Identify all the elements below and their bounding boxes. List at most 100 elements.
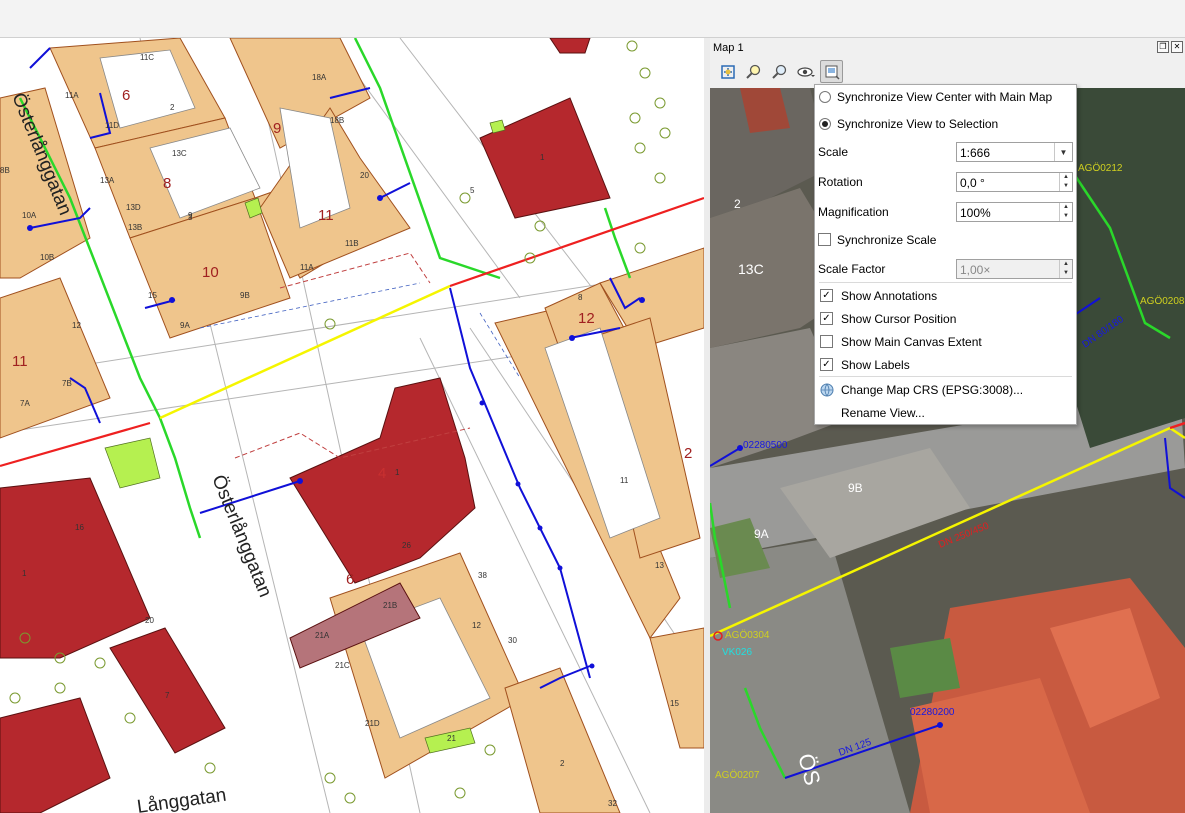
view-settings-icon [825, 65, 840, 80]
overview-label: VK026 [722, 647, 752, 658]
magnification-spinbox[interactable]: 100% ▲ ▼ [956, 202, 1073, 222]
map-view-toolbar [716, 60, 843, 83]
parcel-label: 18B [330, 116, 344, 125]
parcel-label: 21 [447, 734, 456, 743]
show-annotations-label: Show Annotations [841, 289, 938, 303]
parcel-label: 5 [470, 186, 475, 195]
sync-selection-radio[interactable] [819, 118, 831, 130]
parcel-label: 13A [100, 176, 115, 185]
show-cursor-option[interactable]: ✓ Show Cursor Position [815, 309, 1076, 329]
rename-view-option[interactable]: Rename View... [815, 403, 1076, 423]
show-extent-label: Show Main Canvas Extent [841, 335, 982, 349]
rotation-spinbox[interactable]: 0,0 ° ▲ ▼ [956, 172, 1073, 192]
parcel-label: 20 [360, 171, 369, 180]
sync-scale-option[interactable]: Synchronize Scale [815, 230, 1076, 250]
chevron-down-icon[interactable]: ▼ [1054, 143, 1072, 161]
view-settings-button[interactable] [820, 60, 843, 83]
show-labels-option[interactable]: ✓ Show Labels [815, 355, 1076, 375]
show-labels-label: Show Labels [841, 358, 910, 372]
zoom-to-selection-icon [745, 64, 760, 79]
parcel-label: 11D [105, 121, 119, 130]
zoom-full-button[interactable] [716, 60, 739, 83]
parcel-label: 10A [22, 211, 37, 220]
spin-arrows-icon[interactable]: ▲ ▼ [1059, 173, 1072, 191]
parcel-label: 21A [315, 631, 330, 640]
parcel-label: 16 [75, 523, 84, 532]
parcel-label: 21B [383, 601, 397, 610]
overview-label: AGÖ0208 [1140, 295, 1185, 307]
sync-center-radio[interactable] [819, 91, 831, 103]
overview-label: AGÖ0207 [715, 769, 760, 781]
block-label: 12 [578, 310, 595, 327]
parcel-label: 7A [20, 399, 30, 408]
show-cursor-checkbox[interactable]: ✓ [820, 312, 833, 325]
spin-arrows-icon[interactable]: ▲ ▼ [1059, 203, 1072, 221]
parcel-label: 13 [655, 561, 664, 570]
parcel-label: 2 [560, 759, 565, 768]
panel-title: Map 1 [713, 42, 744, 54]
show-annotations-checkbox[interactable]: ✓ [820, 289, 833, 302]
rotation-row: Rotation 0,0 ° ▲ ▼ [815, 172, 1076, 192]
spin-arrows-icon[interactable]: ▲ ▼ [1059, 260, 1072, 278]
parcel-label: 11B [345, 239, 359, 248]
scale-combobox[interactable]: 1:666 ▼ [956, 142, 1073, 162]
parcel-label: 15 [670, 699, 679, 708]
scale-label: Scale [818, 145, 849, 159]
parcel-label: 7 [165, 691, 170, 700]
parcel-label: 15 [148, 291, 157, 300]
sync-selection-label: Synchronize View to Selection [837, 117, 999, 131]
change-crs-option[interactable]: Change Map CRS (EPSG:3008)... [815, 380, 1076, 400]
parcel-label: 8 [578, 293, 583, 302]
parcel-label: 12 [472, 621, 481, 630]
overview-label: AGÖ0304 [725, 629, 770, 641]
rename-view-label: Rename View... [841, 406, 925, 420]
show-annotations-option[interactable]: ✓ Show Annotations [815, 286, 1076, 306]
view-theme-icon [796, 66, 815, 77]
parcel-label: 18A [312, 73, 327, 82]
parcel-label: 21D [365, 719, 380, 728]
zoom-to-layer-button[interactable] [768, 60, 791, 83]
top-toolbar-area [0, 0, 1185, 38]
rotation-label: Rotation [818, 175, 863, 189]
zoom-full-icon [720, 64, 735, 79]
sync-scale-checkbox[interactable] [818, 233, 831, 246]
parcel-label: 11A [65, 91, 79, 100]
show-extent-option[interactable]: Show Main Canvas Extent [815, 332, 1076, 352]
parcel-label: 1 [22, 569, 27, 578]
parcel-label: 10B [40, 253, 54, 262]
scale-factor-spinbox[interactable]: 1,00× ▲ ▼ [956, 259, 1073, 279]
zoom-to-selection-button[interactable] [742, 60, 765, 83]
parcel-label: 21C [335, 661, 350, 670]
parcel-label: 9B [240, 291, 250, 300]
zoom-to-layer-icon [771, 64, 786, 79]
close-panel-button[interactable]: ✕ [1171, 41, 1183, 53]
parcel-label: 8B [0, 166, 10, 175]
sync-center-option[interactable]: Synchronize View Center with Main Map [815, 87, 1076, 107]
main-map-canvas[interactable]: 6 9 8 11 10 11 12 2 4 6 Österlånggatan Ö… [0, 38, 704, 813]
parcel-label: 13D [126, 203, 141, 212]
sync-scale-label: Synchronize Scale [837, 233, 937, 247]
block-label: 11 [318, 207, 334, 224]
overview-label: 13C [738, 261, 764, 277]
block-label: 6 [346, 571, 354, 588]
magnification-value: 100% [960, 206, 991, 220]
rotation-value: 0,0 ° [960, 176, 985, 190]
crs-globe-icon [820, 383, 834, 397]
block-label: 11 [12, 353, 28, 370]
sync-selection-option[interactable]: Synchronize View to Selection [815, 114, 1076, 134]
overview-label: 2 [734, 197, 741, 211]
parcel-label: 9 [188, 211, 193, 220]
parcel-label: 32 [608, 799, 617, 808]
parcel-label: 38 [478, 571, 487, 580]
scale-factor-value: 1,00× [960, 263, 991, 277]
parcel-label: 1 [395, 468, 400, 477]
block-label: 4 [378, 465, 386, 482]
show-labels-checkbox[interactable]: ✓ [820, 358, 833, 371]
block-label: 2 [684, 445, 692, 462]
view-theme-button[interactable] [794, 60, 817, 83]
float-panel-button[interactable]: ❐ [1157, 41, 1169, 53]
parcel-label: 30 [508, 636, 517, 645]
show-extent-checkbox[interactable] [820, 335, 833, 348]
block-label: 6 [122, 87, 130, 104]
parcel-label: 12 [72, 321, 81, 330]
